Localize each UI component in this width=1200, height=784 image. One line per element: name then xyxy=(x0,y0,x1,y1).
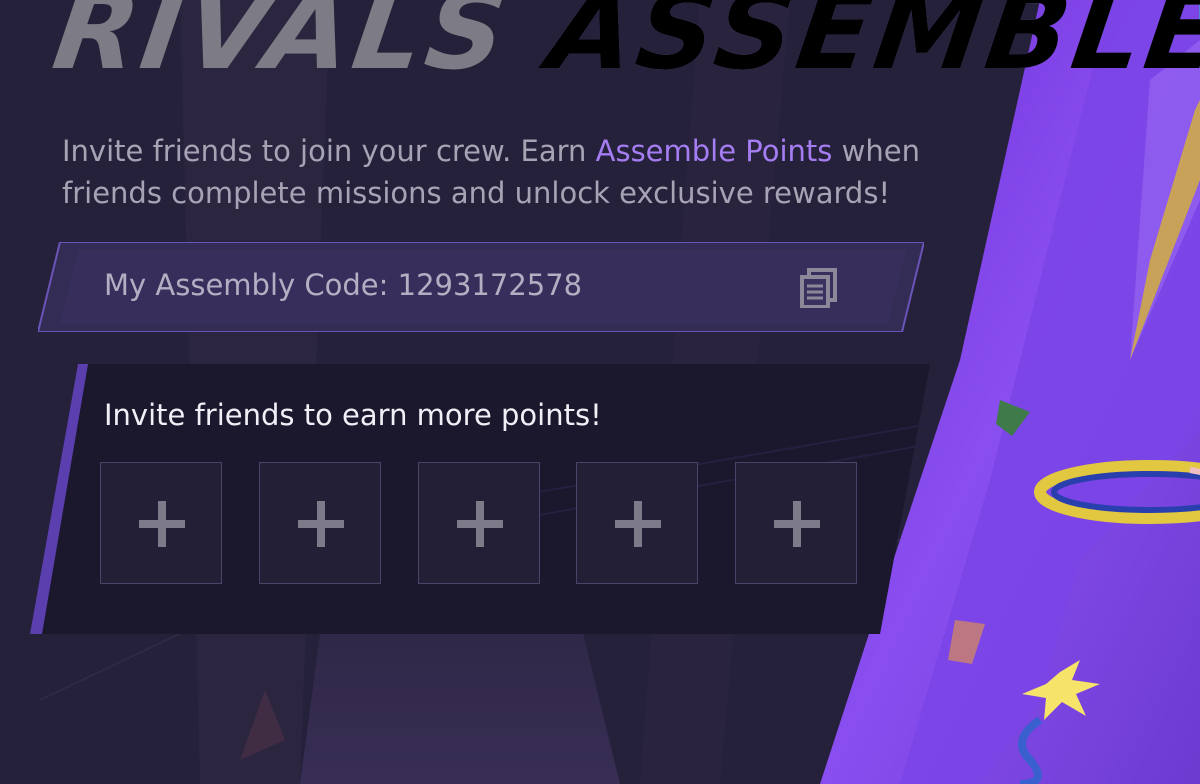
assembly-code-label: My Assembly Code: 1293172578 xyxy=(104,268,583,302)
event-title-part1: RIVALS xyxy=(46,0,560,94)
invite-panel-title: Invite friends to earn more points! xyxy=(104,398,602,432)
plus-icon xyxy=(298,501,344,547)
copy-icon[interactable] xyxy=(798,268,842,308)
invite-friends-panel: Invite friends to earn more points! xyxy=(30,364,930,634)
event-title: RIVALS ASSEMBLE! xyxy=(46,0,1200,94)
friend-slot-1[interactable] xyxy=(100,462,222,584)
plus-icon xyxy=(615,501,661,547)
plus-icon xyxy=(457,501,503,547)
friend-slot-2[interactable] xyxy=(259,462,381,584)
event-title-part2: ASSEMBLE! xyxy=(542,0,1200,94)
friend-slot-5[interactable] xyxy=(735,462,857,584)
friend-slot-4[interactable] xyxy=(576,462,698,584)
intro-before: Invite friends to join your crew. Earn xyxy=(62,134,596,168)
plus-icon xyxy=(774,501,820,547)
plus-icon xyxy=(139,501,185,547)
intro-text: Invite friends to join your crew. Earn A… xyxy=(62,130,942,214)
assemble-points-link: Assemble Points xyxy=(595,134,833,168)
friend-slot-3[interactable] xyxy=(418,462,540,584)
assembly-code-panel: My Assembly Code: 1293172578 xyxy=(38,242,924,332)
